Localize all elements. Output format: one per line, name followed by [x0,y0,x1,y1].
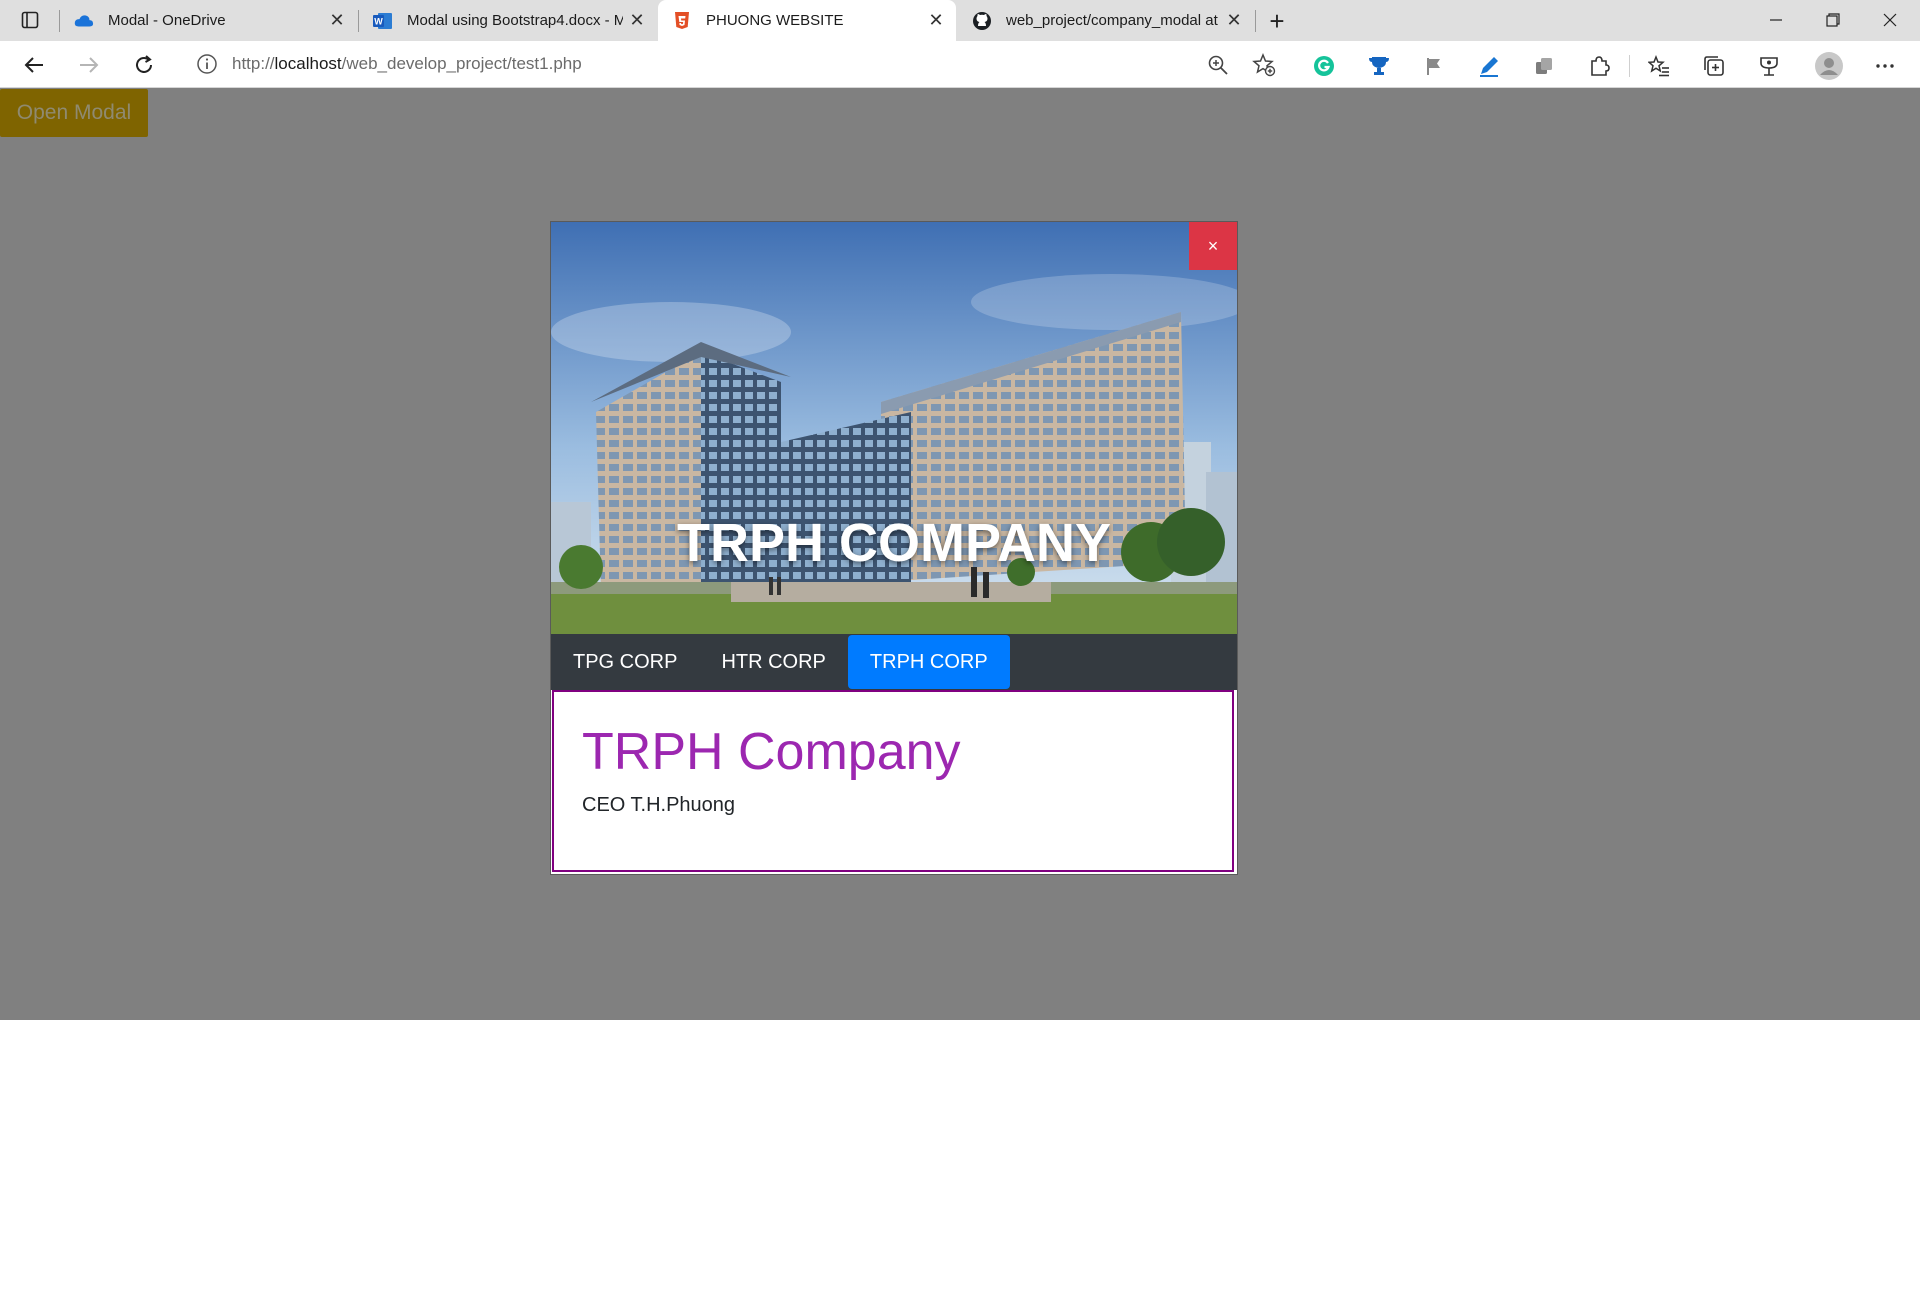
tab-onedrive[interactable]: Modal - OneDrive ✕ [60,0,357,41]
company-hero-image: TRPH COMPANY [551,222,1237,634]
browser-tab-strip: Modal - OneDrive ✕ W Modal using Bootstr… [0,0,1920,41]
grammarly-icon[interactable] [1312,54,1336,78]
back-button[interactable] [18,49,50,81]
company-modal: TRPH COMPANY × TPG CORP HTR CORP TRPH CO… [551,222,1237,874]
browser-essentials-icon[interactable] [1757,54,1781,78]
svg-text:W: W [374,16,383,26]
tab-word-document[interactable]: W Modal using Bootstrap4.docx - M ✕ [359,0,657,41]
new-tab-button[interactable]: + [1262,6,1292,36]
minimize-button[interactable] [1754,4,1798,36]
address-bar[interactable]: http://localhost/web_develop_project/tes… [180,46,1288,82]
company-heading: TRPH Company [582,723,961,781]
collections-icon[interactable] [1702,54,1726,78]
word-icon: W [373,11,393,31]
tab-htr-corp[interactable]: HTR CORP [699,635,847,689]
tab-title: PHUONG WEBSITE [706,12,844,29]
forward-button[interactable] [73,49,105,81]
tab-title: Modal using Bootstrap4.docx - M [407,12,623,29]
more-options-icon[interactable] [1873,54,1897,78]
html5-icon [672,11,692,31]
refresh-button[interactable] [128,49,160,81]
tab-phuong-website[interactable]: PHUONG WEBSITE ✕ [658,0,956,41]
toolbar-separator [1629,55,1630,77]
close-modal-button[interactable]: × [1189,222,1237,270]
extensions-puzzle-icon[interactable] [1587,54,1611,78]
close-window-button[interactable] [1868,4,1912,36]
url-path: /web_develop_project/test1.php [341,54,582,73]
url-host: localhost [274,54,342,73]
tab-trph-corp[interactable]: TRPH CORP [847,635,1010,689]
company-tabs-nav: TPG CORP HTR CORP TRPH CORP [551,634,1237,690]
tab-content-panel: TRPH Company CEO T.H.Phuong [552,690,1234,872]
tab-actions-icon[interactable] [14,8,46,32]
hero-title: TRPH COMPANY [676,513,1111,573]
url-text[interactable]: http://localhost/web_develop_project/tes… [232,54,582,74]
flag-icon[interactable] [1422,54,1446,78]
tab-separator [1255,10,1256,32]
copy-extension-icon[interactable] [1532,54,1556,78]
url-scheme: http:// [232,54,275,73]
add-favorite-icon[interactable] [1252,53,1276,77]
page-blank-area [0,1020,1920,1304]
tab-close-icon[interactable]: ✕ [623,7,651,35]
profile-avatar[interactable] [1814,51,1844,81]
github-icon [972,11,992,31]
trophy-extension-icon[interactable] [1367,54,1391,78]
tab-close-icon[interactable]: ✕ [922,7,950,35]
browser-toolbar: http://localhost/web_develop_project/tes… [0,41,1920,88]
company-ceo-text: CEO T.H.Phuong [582,794,736,816]
tab-title: web_project/company_modal at [1006,12,1218,29]
onedrive-icon [74,11,94,31]
pen-extension-icon[interactable] [1477,54,1501,78]
tab-github[interactable]: web_project/company_modal at ✕ [958,0,1254,41]
open-modal-button[interactable]: Open Modal [0,89,148,137]
favorites-icon[interactable] [1647,54,1671,78]
page-viewport-backdrop[interactable]: Open Modal TRPH COMPANY × TPG CORP HTR C… [0,88,1920,1020]
site-info-icon[interactable] [196,53,218,75]
tab-close-icon[interactable]: ✕ [323,7,351,35]
tab-close-icon[interactable]: ✕ [1220,7,1248,35]
zoom-icon[interactable] [1206,53,1230,77]
restore-button[interactable] [1811,4,1855,36]
tab-title: Modal - OneDrive [108,12,226,29]
tab-tpg-corp[interactable]: TPG CORP [551,635,699,689]
